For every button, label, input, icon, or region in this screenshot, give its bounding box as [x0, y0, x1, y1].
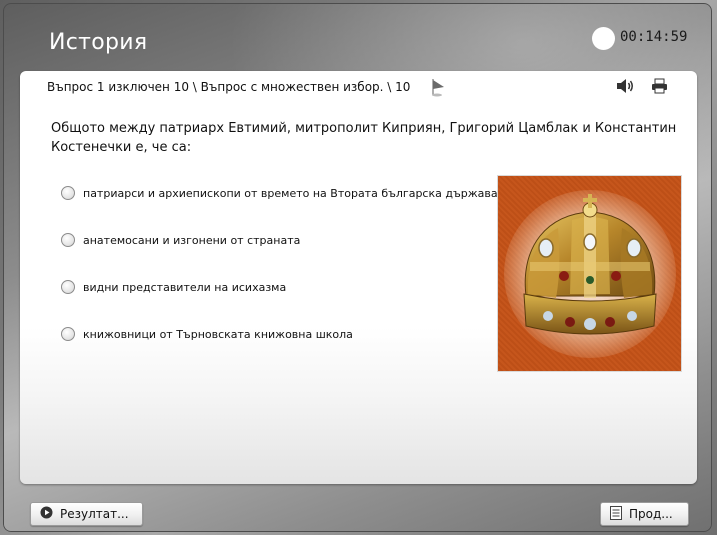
radio-button[interactable]: [61, 327, 75, 341]
option-label: патриарси и архиепископи от времето на В…: [83, 186, 498, 200]
option-3[interactable]: видни представители на исихазма: [61, 278, 286, 296]
printer-icon[interactable]: [651, 78, 668, 94]
question-card: Въпрос 1 изключен 10 \ Въпрос с множеств…: [20, 71, 697, 484]
speaker-icon[interactable]: [616, 78, 636, 94]
timer-indicator-icon: [592, 27, 615, 50]
timer: 00:14:59: [620, 29, 688, 45]
question-image: [497, 175, 682, 372]
question-header: Въпрос 1 изключен 10 \ Въпрос с множеств…: [47, 80, 411, 94]
list-icon: [610, 505, 622, 523]
option-4[interactable]: книжовници от Търновската книжовна школа: [61, 325, 353, 343]
radio-button[interactable]: [61, 233, 75, 247]
flag-icon[interactable]: [430, 77, 446, 97]
option-label: видни представители на исихазма: [83, 280, 287, 294]
results-button[interactable]: Резултат...: [30, 502, 143, 526]
next-button[interactable]: Прод...: [600, 502, 689, 526]
option-1[interactable]: патриарси и архиепископи от времето на В…: [61, 184, 498, 202]
radio-button[interactable]: [61, 280, 75, 294]
results-button-label: Резултат...: [60, 507, 129, 521]
radio-button[interactable]: [61, 186, 75, 200]
app-title: История: [49, 30, 148, 55]
option-label: анатемосани и изгонени от страната: [83, 233, 301, 247]
play-icon: [40, 506, 53, 522]
crown-mitre-image: [504, 190, 676, 358]
option-2[interactable]: анатемосани и изгонени от страната: [61, 231, 300, 249]
question-text: Общото между патриарх Евтимий, митрополи…: [51, 121, 677, 155]
next-button-label: Прод...: [629, 507, 673, 521]
option-label: книжовници от Търновската книжовна школа: [83, 327, 353, 341]
